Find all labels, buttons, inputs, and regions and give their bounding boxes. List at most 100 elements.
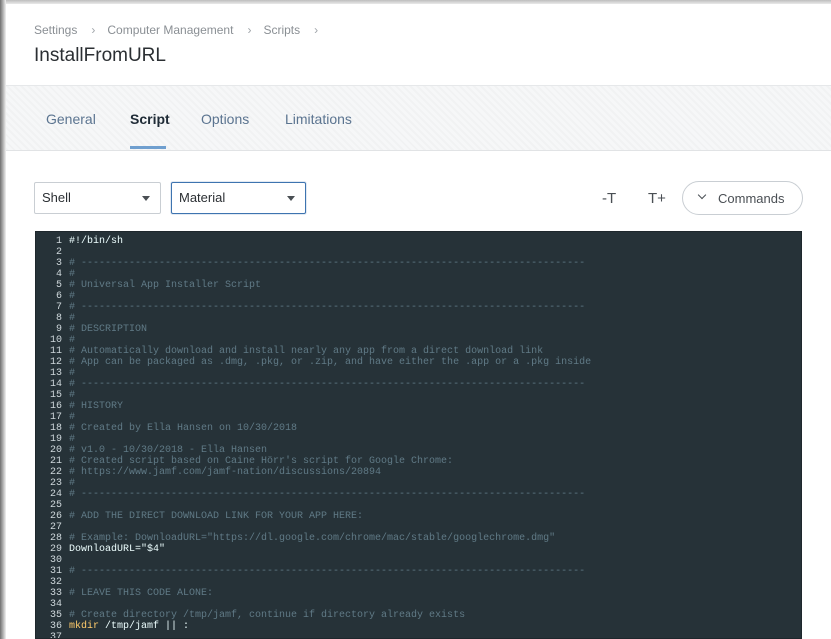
line-number: 6	[55, 291, 62, 302]
code-text: # Created script based on Caine Hörr's s…	[69, 456, 454, 467]
code-line: 34	[36, 599, 801, 610]
line-number: 32	[49, 577, 62, 588]
decrease-font-button[interactable]: -T	[602, 190, 616, 207]
code-line: 5 # Universal App Installer Script	[36, 280, 801, 291]
chevron-right-icon: ›	[314, 23, 319, 37]
code-line: 37	[36, 632, 801, 639]
line-number: 27	[49, 522, 62, 533]
code-text: # --------------------------------------…	[69, 566, 586, 577]
code-text: #	[69, 390, 76, 401]
code-line: 9 # DESCRIPTION	[36, 324, 801, 335]
line-number: 22	[49, 467, 62, 478]
code-line: 22 # https://www.jamf.com/jamf-nation/dis…	[36, 467, 801, 478]
line-number: 30	[49, 555, 62, 566]
code-line: 4 #	[36, 269, 801, 280]
code-line: 1 #!/bin/sh	[36, 236, 801, 247]
line-number: 10	[49, 335, 62, 346]
chevron-right-icon: ›	[91, 23, 96, 37]
code-line: 15 #	[36, 390, 801, 401]
tab-bar: General Script Options Limitations	[6, 85, 831, 151]
code-text: DownloadURL="$4"	[69, 544, 166, 555]
line-number: 2	[55, 247, 62, 258]
code-line: 19 #	[36, 434, 801, 445]
code-text: # Example: DownloadURL="https://dl.googl…	[69, 533, 556, 544]
code-text: # v1.0 - 10/30/2018 - Ella Hansen	[69, 445, 268, 456]
code-line: 29 DownloadURL="$4"	[36, 544, 801, 555]
line-number: 17	[49, 412, 62, 423]
active-tab-indicator	[130, 146, 166, 149]
code-line: 14 # ------------------------------------…	[36, 379, 801, 390]
breadcrumb-settings[interactable]: Settings	[34, 23, 77, 37]
line-number: 14	[49, 379, 62, 390]
page-title: InstallFromURL	[34, 45, 166, 66]
code-text: /tmp/jamf || :	[99, 621, 190, 632]
code-text: #	[69, 434, 76, 445]
code-line: 18 # Created by Ella Hansen on 10/30/2018	[36, 423, 801, 434]
code-line: 25	[36, 500, 801, 511]
line-number: 8	[55, 313, 62, 324]
breadcrumb: Settings › Computer Management › Scripts…	[34, 23, 330, 37]
code-text: # LEAVE THIS CODE ALONE:	[69, 588, 214, 599]
code-text: #	[69, 368, 76, 379]
line-number: 25	[49, 500, 62, 511]
code-line: 6 #	[36, 291, 801, 302]
code-line: 13 #	[36, 368, 801, 379]
line-number: 12	[49, 357, 62, 368]
code-text: #	[69, 335, 76, 346]
line-number: 31	[49, 566, 62, 577]
theme-select[interactable]: Material	[171, 182, 306, 214]
code-line: 33 # LEAVE THIS CODE ALONE:	[36, 588, 801, 599]
line-number: 33	[49, 588, 62, 599]
line-number: 23	[49, 478, 62, 489]
code-line: 20 # v1.0 - 10/30/2018 - Ella Hansen	[36, 445, 801, 456]
commands-button[interactable]: Commands	[682, 181, 803, 215]
code-editor[interactable]: 1 #!/bin/sh 2 3 # --------------------------…	[35, 231, 802, 639]
code-line: 26 # ADD THE DIRECT DOWNLOAD LINK FOR YOU…	[36, 511, 801, 522]
line-number: 5	[55, 280, 62, 291]
language-select[interactable]: Shell	[34, 182, 161, 214]
breadcrumb-computer-management[interactable]: Computer Management	[107, 23, 233, 37]
tab-general[interactable]: General	[46, 111, 96, 127]
page-header: Settings › Computer Management › Scripts…	[6, 4, 831, 85]
line-number: 7	[55, 302, 62, 313]
code-text: # Universal App Installer Script	[69, 280, 262, 291]
code-line: 11 # Automatically download and install n…	[36, 346, 801, 357]
code-text: # ADD THE DIRECT DOWNLOAD LINK FOR YOUR …	[69, 511, 364, 522]
line-number: 19	[49, 434, 62, 445]
tab-options[interactable]: Options	[201, 111, 249, 127]
code-text: #	[69, 269, 76, 280]
line-number: 16	[49, 401, 62, 412]
code-text: # https://www.jamf.com/jamf-nation/discu…	[69, 467, 382, 478]
line-number: 3	[55, 258, 62, 269]
code-keyword: mkdir	[69, 621, 100, 632]
code-text: # --------------------------------------…	[69, 258, 586, 269]
code-line: 10 #	[36, 335, 801, 346]
code-text: # DESCRIPTION	[69, 324, 148, 335]
code-line: 24 # ------------------------------------…	[36, 489, 801, 500]
line-number: 20	[49, 445, 62, 456]
code-line: 16 # HISTORY	[36, 401, 801, 412]
increase-font-button[interactable]: T+	[648, 190, 666, 207]
breadcrumb-scripts[interactable]: Scripts	[263, 23, 300, 37]
language-select-value: Shell	[42, 190, 71, 205]
theme-select-value: Material	[179, 190, 226, 205]
code-text: # --------------------------------------…	[69, 489, 586, 500]
line-number: 24	[49, 489, 62, 500]
code-line: 7 # -------------------------------------…	[36, 302, 801, 313]
code-line: 32	[36, 577, 801, 588]
line-number: 36	[49, 621, 62, 632]
tab-script[interactable]: Script	[130, 111, 170, 127]
tab-limitations[interactable]: Limitations	[285, 111, 352, 127]
code-text: # HISTORY	[69, 401, 124, 412]
caret-down-icon	[287, 196, 295, 201]
code-text: # Created by Ella Hansen on 10/30/2018	[69, 423, 298, 434]
code-line: 31 # ------------------------------------…	[36, 566, 801, 577]
code-lines: 1 #!/bin/sh 2 3 # --------------------------…	[36, 236, 801, 639]
line-number: 35	[49, 610, 62, 621]
line-number: 37	[49, 632, 62, 639]
chevron-down-icon	[697, 190, 707, 200]
code-text: # Create directory /tmp/jamf, continue i…	[69, 610, 466, 621]
caret-down-icon	[142, 196, 150, 201]
line-number: 29	[49, 544, 62, 555]
code-line: 27	[36, 522, 801, 533]
